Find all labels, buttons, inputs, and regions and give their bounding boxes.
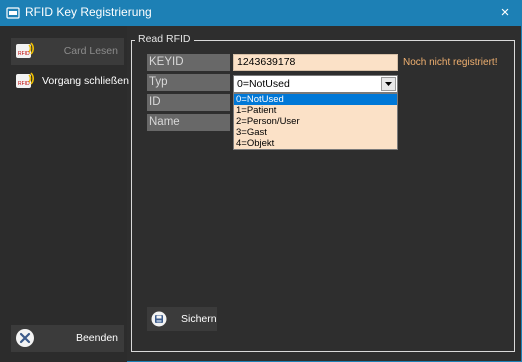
app-icon — [6, 7, 20, 19]
registration-status: Noch nicht registriert! — [403, 57, 498, 68]
rfid-icon: RFID — [16, 42, 34, 58]
chevron-down-glyph — [385, 82, 392, 86]
window-title: RFID Key Registrierung — [25, 5, 152, 19]
sichern-button[interactable]: Sichern — [147, 307, 217, 331]
typ-option[interactable]: 4=Objekt — [234, 138, 397, 149]
beenden-label: Beenden — [75, 332, 118, 344]
typ-option[interactable]: 3=Gast — [234, 127, 397, 138]
typ-dropdown-list: 0=NotUsed 1=Patient 2=Person/User 3=Gast… — [233, 93, 398, 150]
group-legend: Read RFID — [135, 33, 194, 45]
typ-label: Typ — [147, 74, 230, 91]
chevron-down-icon[interactable] — [381, 77, 396, 91]
svg-text:RFID: RFID — [18, 81, 30, 87]
sichern-label: Sichern — [181, 313, 217, 325]
typ-option[interactable]: 2=Person/User — [234, 116, 397, 127]
typ-selected-value: 0=NotUsed — [237, 78, 290, 90]
id-label: ID — [147, 94, 230, 111]
card-lesen-button[interactable]: RFID Card Lesen — [11, 38, 124, 65]
typ-option[interactable]: 1=Patient — [234, 105, 397, 116]
svg-text:RFID: RFID — [18, 51, 30, 57]
keyid-label: KEYID — [147, 54, 230, 71]
close-circle-icon — [16, 329, 34, 347]
vorgang-schliessen-label: Vorgang schließen — [42, 75, 129, 87]
sidebar: RFID Card Lesen RFID Vorgang schließen B… — [0, 26, 129, 362]
vorgang-schliessen-button[interactable]: RFID Vorgang schließen — [11, 68, 129, 95]
typ-select[interactable]: 0=NotUsed — [233, 75, 398, 93]
close-window-button[interactable]: × — [488, 0, 522, 26]
typ-option[interactable]: 0=NotUsed — [234, 94, 397, 105]
floppy-disk-icon — [151, 311, 167, 327]
keyid-field[interactable]: 1243639178 — [233, 54, 398, 71]
card-lesen-label: Card Lesen — [63, 45, 118, 57]
name-label: Name — [147, 114, 230, 131]
rfid-icon: RFID — [16, 72, 34, 88]
title-bar: RFID Key Registrierung × — [0, 0, 522, 26]
beenden-button[interactable]: Beenden — [11, 325, 124, 352]
